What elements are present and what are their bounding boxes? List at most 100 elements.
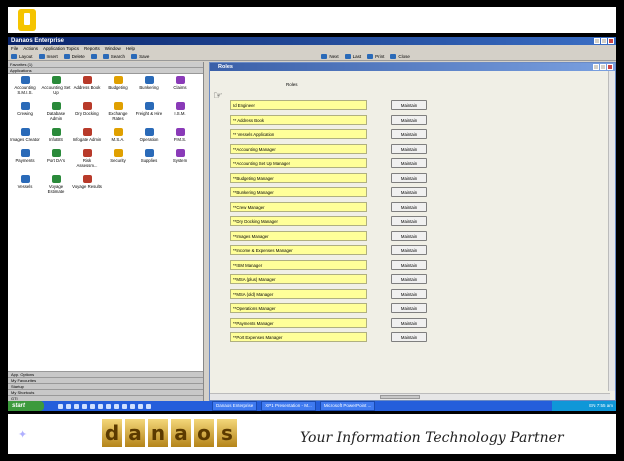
role-name-field[interactable]: **Budgeting Manager: [230, 172, 367, 183]
quick-launch-icon[interactable]: [58, 403, 63, 409]
app-launcher[interactable]: P.M.S.: [165, 128, 195, 142]
role-name-field[interactable]: **Payments Manager: [230, 317, 367, 328]
app-launcher[interactable]: Operation: [134, 128, 164, 142]
app-launcher[interactable]: InfoBIS: [41, 128, 71, 142]
role-name-field[interactable]: ** Address Book: [230, 114, 367, 125]
maintain-button[interactable]: Maintain: [391, 317, 427, 328]
app-launcher[interactable]: Voyage Estimate: [41, 175, 71, 194]
app-launcher[interactable]: Database Admin: [41, 102, 71, 121]
app-launcher[interactable]: Payments: [10, 149, 40, 168]
maintain-button[interactable]: Maintain: [391, 259, 427, 270]
maintain-button[interactable]: Maintain: [391, 303, 427, 313]
quick-launch-icon[interactable]: [106, 403, 111, 409]
menu-application-topics[interactable]: Application Topics: [43, 45, 79, 52]
task-xp-presentation[interactable]: XP1 Presentation - M...: [261, 401, 316, 411]
app-launcher[interactable]: Address Book: [72, 76, 102, 95]
quick-launch-icon[interactable]: [98, 403, 103, 409]
role-name-field[interactable]: **Images Manager: [230, 230, 367, 241]
maintain-button[interactable]: Maintain: [391, 158, 427, 168]
maximize-button[interactable]: [601, 38, 607, 44]
horizontal-scrollbar[interactable]: [210, 393, 610, 400]
app-launcher[interactable]: Supplies: [134, 149, 164, 168]
role-name-field[interactable]: **Crew Manager: [230, 201, 367, 212]
app-launcher[interactable]: Claims: [165, 76, 195, 95]
maintain-button[interactable]: Maintain: [391, 172, 427, 183]
app-launcher[interactable]: Freight & Hire: [134, 102, 164, 121]
menu-actions[interactable]: Actions: [23, 45, 38, 52]
role-name-field[interactable]: **MSA (plus) Manager: [230, 274, 367, 284]
applications-header[interactable]: Applications: [8, 68, 203, 74]
app-launcher[interactable]: Voyage Results: [72, 175, 102, 194]
start-button[interactable]: start: [8, 401, 44, 411]
role-name-field[interactable]: **Bunkering Manager: [230, 187, 367, 197]
menu-reports[interactable]: Reports: [84, 45, 100, 52]
maintain-button[interactable]: Maintain: [391, 114, 427, 125]
quick-launch-icon[interactable]: [66, 403, 71, 409]
quick-launch-icon[interactable]: [114, 403, 119, 409]
maintain-button[interactable]: Maintain: [391, 230, 427, 241]
maintain-button[interactable]: Maintain: [391, 129, 427, 139]
role-name-field[interactable]: **Income & Expenses Manager: [230, 245, 367, 255]
role-name-field[interactable]: **Port Expenses Manager: [230, 332, 367, 342]
app-launcher[interactable]: Accounting Set Up: [41, 76, 71, 95]
app-launcher[interactable]: Vessels: [10, 175, 40, 194]
maintain-button[interactable]: Maintain: [391, 216, 427, 226]
quick-launch-icon[interactable]: [90, 403, 95, 409]
delete-button[interactable]: Delete: [63, 52, 85, 60]
app-launcher[interactable]: I.S.M.: [165, 102, 195, 121]
maintain-button[interactable]: Maintain: [391, 288, 427, 299]
role-name-field[interactable]: **Dry Docking Manager: [230, 216, 367, 226]
maintain-button[interactable]: Maintain: [391, 143, 427, 154]
quick-launch-icon[interactable]: [82, 403, 87, 409]
role-name-field[interactable]: **Operations Manager: [230, 303, 367, 313]
maintain-button[interactable]: Maintain: [391, 187, 427, 197]
app-launcher[interactable]: M.S.A.: [103, 128, 133, 142]
maintain-button[interactable]: Maintain: [391, 274, 427, 284]
quick-launch-icon[interactable]: [74, 403, 79, 409]
menu-window[interactable]: Window: [105, 45, 121, 52]
toolbar-disabled-button[interactable]: [90, 52, 97, 60]
role-name-field[interactable]: **Accounting Set Up Manager: [230, 158, 367, 168]
role-name-field[interactable]: **ISM Manager: [230, 259, 367, 270]
print-button[interactable]: Print: [367, 52, 384, 60]
app-launcher[interactable]: Crewing: [10, 102, 40, 121]
quick-launch-icon[interactable]: [138, 403, 143, 409]
app-launcher[interactable]: Risk Assessm...: [72, 149, 102, 168]
app-launcher[interactable]: Port DA's: [41, 149, 71, 168]
role-name-field[interactable]: ** Vessels Application: [230, 129, 367, 139]
maintain-button[interactable]: Maintain: [391, 201, 427, 212]
task-danaos-enterprise[interactable]: Danaos Enterprise: [212, 401, 258, 411]
save-button[interactable]: Save: [131, 52, 149, 60]
last-button[interactable]: Last: [344, 52, 361, 60]
app-launcher[interactable]: Images Creator: [10, 128, 40, 142]
roles-minimize-button[interactable]: [593, 64, 599, 70]
app-launcher[interactable]: System: [165, 149, 195, 168]
quick-launch-icon[interactable]: [146, 403, 151, 409]
search-button[interactable]: Search: [102, 52, 125, 60]
scrollbar-thumb[interactable]: [380, 395, 420, 399]
maintain-button[interactable]: Maintain: [391, 332, 427, 342]
insert-button[interactable]: Insert: [38, 52, 58, 60]
quick-launch-icon[interactable]: [122, 403, 127, 409]
app-launcher[interactable]: Bunkering: [134, 76, 164, 95]
role-name-field[interactable]: **MSA (old) Manager: [230, 288, 367, 299]
app-launcher[interactable]: Budgeting: [103, 76, 133, 95]
app-launcher[interactable]: Dry Docking: [72, 102, 102, 121]
next-button[interactable]: Next: [321, 52, 339, 60]
menu-file[interactable]: File: [11, 45, 18, 52]
minimize-button[interactable]: [594, 38, 600, 44]
app-launcher[interactable]: Security: [103, 149, 133, 168]
app-launcher[interactable]: Exchange Rates: [103, 102, 133, 121]
role-name-field[interactable]: Id Engineer: [230, 100, 367, 110]
role-name-field[interactable]: **Accounting Manager: [230, 143, 367, 154]
app-launcher[interactable]: Accounting S.M.I.S.: [10, 76, 40, 95]
roles-close-button[interactable]: [607, 64, 613, 70]
layout-button[interactable]: Layout: [11, 52, 33, 60]
maintain-button[interactable]: Maintain: [391, 245, 427, 255]
menu-help[interactable]: Help: [126, 45, 135, 52]
roles-maximize-button[interactable]: [600, 64, 606, 70]
quick-launch-icon[interactable]: [130, 403, 135, 409]
app-launcher[interactable]: Infogate Admin: [72, 128, 102, 142]
close-button[interactable]: [608, 38, 614, 44]
close-window-button[interactable]: Close: [390, 52, 410, 60]
